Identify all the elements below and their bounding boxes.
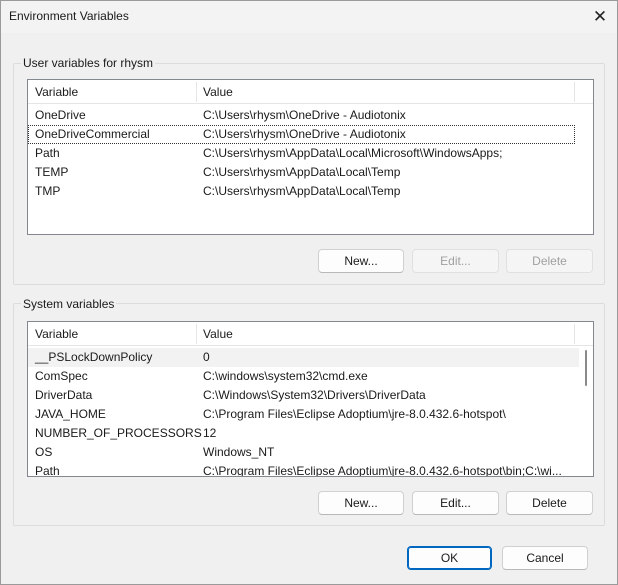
list-item[interactable]: DriverData C:\Windows\System32\Drivers\Dr… (28, 386, 579, 405)
list-item[interactable]: JAVA_HOME C:\Program Files\Eclipse Adopti… (28, 405, 579, 424)
list-item[interactable]: Path C:\Program Files\Eclipse Adoptium\jr… (28, 462, 579, 477)
scrollbar-thumb[interactable] (585, 350, 587, 386)
variable-name: Path (35, 464, 60, 477)
variable-value: C:\Users\rhysm\AppData\Local\Temp (203, 165, 401, 179)
column-value[interactable]: Value (196, 322, 574, 346)
variable-value: C:\Program Files\Eclipse Adoptium\jre-8.… (203, 464, 562, 477)
list-item[interactable]: TEMP C:\Users\rhysm\AppData\Local\Temp (28, 163, 575, 182)
variable-value: Windows_NT (203, 445, 275, 459)
list-header: Variable Value (28, 322, 593, 346)
variable-value: C:\Program Files\Eclipse Adoptium\jre-8.… (203, 407, 506, 421)
variable-name: TMP (35, 184, 61, 198)
variable-value: C:\Users\rhysm\OneDrive - Audiotonix (203, 108, 406, 122)
list-item[interactable]: Path C:\Users\rhysm\AppData\Local\Microso… (28, 144, 575, 163)
variable-value: C:\Users\rhysm\AppData\Local\Microsoft\W… (203, 146, 503, 160)
list-item[interactable]: OneDriveCommercial C:\Users\rhysm\OneDriv… (28, 125, 575, 144)
variable-name: OS (35, 445, 53, 459)
cancel-button[interactable]: Cancel (502, 546, 588, 570)
variable-value: 12 (203, 426, 217, 440)
window-title: Environment Variables (9, 9, 129, 23)
variable-name: DriverData (35, 388, 93, 402)
variable-name: OneDriveCommercial (35, 127, 150, 141)
column-separator (574, 82, 575, 102)
variable-name: JAVA_HOME (35, 407, 106, 421)
system-delete-button[interactable]: Delete (506, 491, 593, 515)
user-variables-label: User variables for rhysm (21, 56, 156, 70)
list-header: Variable Value (28, 80, 593, 104)
variable-name: Path (35, 146, 60, 160)
system-variables-list[interactable]: Variable Value __PSLockDownPolicy 0 ComSpe… (27, 321, 594, 477)
list-item[interactable]: NUMBER_OF_PROCESSORS 12 (28, 424, 579, 443)
system-edit-button[interactable]: Edit... (412, 491, 499, 515)
column-variable[interactable]: Variable (28, 80, 196, 104)
list-item[interactable]: OS Windows_NT (28, 443, 579, 462)
user-new-button[interactable]: New... (318, 249, 404, 273)
list-item[interactable]: __PSLockDownPolicy 0 (28, 348, 579, 367)
list-item[interactable]: ComSpec C:\windows\system32\cmd.exe (28, 367, 579, 386)
variable-name: ComSpec (35, 369, 88, 383)
environment-variables-dialog: Environment Variables ✕ User variables f… (0, 0, 618, 585)
user-edit-button[interactable]: Edit... (412, 249, 499, 273)
column-separator (574, 324, 575, 344)
system-list-scrollbar[interactable] (580, 347, 592, 476)
variable-name: OneDrive (35, 108, 86, 122)
variable-name: NUMBER_OF_PROCESSORS (35, 426, 202, 440)
variable-value: C:\Users\rhysm\OneDrive - Audiotonix (203, 127, 406, 141)
ok-button[interactable]: OK (407, 546, 492, 570)
variable-value: C:\Windows\System32\Drivers\DriverData (203, 388, 426, 402)
user-variables-list[interactable]: Variable Value OneDrive C:\Users\rhysm\On… (27, 79, 594, 235)
column-value[interactable]: Value (196, 80, 574, 104)
variable-value: 0 (203, 350, 210, 364)
system-new-button[interactable]: New... (318, 491, 404, 515)
close-icon[interactable]: ✕ (585, 3, 615, 31)
system-variables-label: System variables (21, 297, 117, 311)
variable-value: C:\Users\rhysm\AppData\Local\Temp (203, 184, 401, 198)
list-item[interactable]: OneDrive C:\Users\rhysm\OneDrive - Audiot… (28, 106, 575, 125)
variable-name: TEMP (35, 165, 69, 179)
column-variable[interactable]: Variable (28, 322, 196, 346)
variable-value: C:\windows\system32\cmd.exe (203, 369, 368, 383)
user-delete-button[interactable]: Delete (506, 249, 593, 273)
variable-name: __PSLockDownPolicy (35, 350, 153, 364)
list-item[interactable]: TMP C:\Users\rhysm\AppData\Local\Temp (28, 182, 575, 201)
title-bar: Environment Variables ✕ (1, 1, 617, 33)
